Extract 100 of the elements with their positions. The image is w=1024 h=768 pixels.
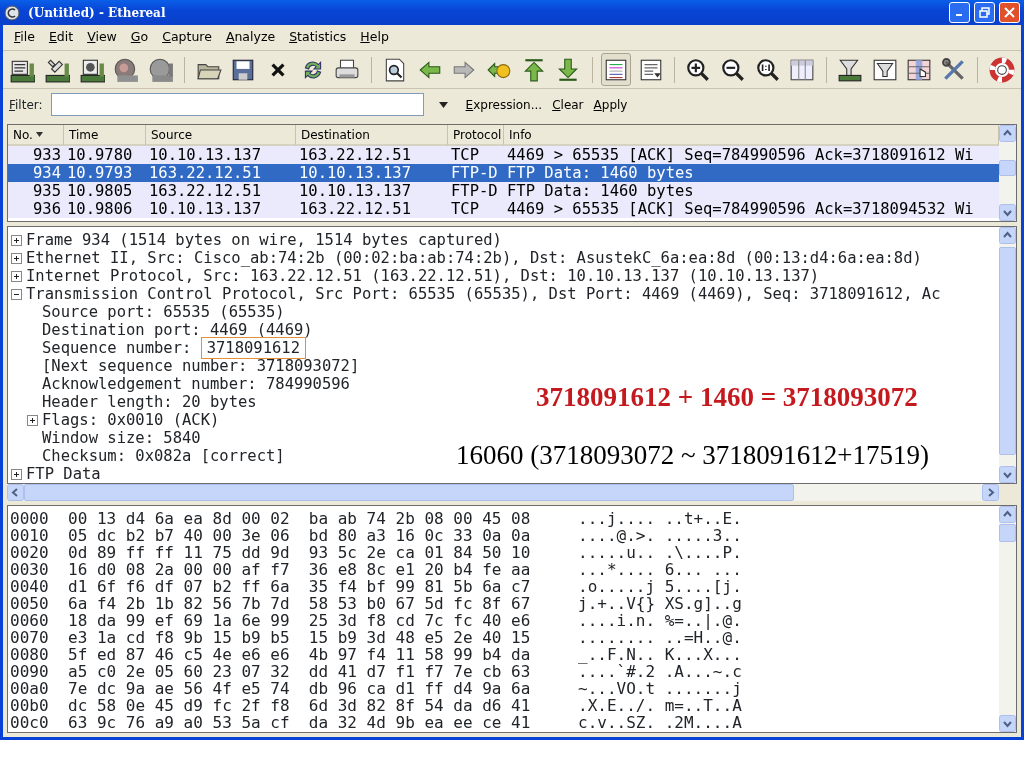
table-cell-text: 163.22.12.51	[298, 200, 412, 218]
tree-item[interactable]: Acknowledgement number: 784990596	[42, 375, 350, 393]
ascii-text: ...j.... ..t+..E.	[578, 510, 742, 527]
window-title: (Untitled) - Ethereal	[28, 4, 167, 22]
hex-offset: 0010	[9, 527, 50, 544]
expand-icon[interactable]	[11, 252, 22, 264]
scroll-up-icon[interactable]	[999, 125, 1016, 142]
scroll-left-icon[interactable]	[7, 484, 24, 501]
expand-icon[interactable]	[11, 234, 22, 246]
menu-item[interactable]: Go	[123, 26, 156, 49]
menu-item[interactable]: Analyze	[218, 26, 283, 49]
column-header[interactable]: Protocol	[448, 125, 504, 146]
collapse-icon[interactable]	[11, 288, 22, 300]
tree-item[interactable]: Frame 934 (1514 bytes on wire, 1514 bytes captured)	[26, 231, 502, 249]
tree-item[interactable]: Source port: 65535 (65535)	[42, 303, 285, 321]
column-header[interactable]: Time	[64, 125, 146, 146]
hex-bytes: 00 13 d4 6a ea 8d 00 02 ba ab 74 2b 08 00 45 08	[68, 510, 532, 527]
hex-offset: 0020	[9, 544, 50, 561]
table-cell-text: TCP	[450, 200, 480, 218]
scrollbar-thumb[interactable]	[24, 484, 794, 501]
app-icon	[4, 4, 20, 21]
hex-offset: 00c0	[9, 714, 50, 731]
column-header[interactable]: Info	[504, 125, 999, 146]
packet-row[interactable]: 934 10.9793 163.22.12.51 10.10.13.137 FTP-D FTP Data: 1460 bytes	[8, 164, 999, 182]
table-cell-text: FTP-D	[450, 182, 499, 200]
column-header[interactable]: Destination	[296, 125, 448, 146]
packet-row[interactable]: 935 10.9805 163.22.12.51 10.10.13.137 FTP-D FTP Data: 1460 bytes	[8, 182, 999, 200]
expand-icon[interactable]	[11, 270, 22, 282]
annotation-text: 3718091612 + 1460 = 3718093072	[536, 381, 918, 414]
table-cell-text: 163.22.12.51	[298, 146, 412, 164]
expand-icon[interactable]	[11, 468, 22, 480]
menu-item[interactable]: Help	[353, 26, 396, 49]
tree-item[interactable]: Checksum: 0x082a [correct]	[42, 447, 285, 465]
hex-offset: 0040	[9, 578, 50, 595]
scrollbar[interactable]	[999, 506, 1016, 732]
ascii-text: ~...VO.t .......j	[578, 680, 742, 697]
tree-item[interactable]: Window size: 5840	[42, 429, 201, 447]
hex-bytes: 63 9c 76 a9 a0 53 5a cf da 32 4d 9b ea ee ce 41	[68, 714, 532, 731]
tree-item[interactable]: Transmission Control Protocol, Src Port: 65535 (65535), Dst Port: 4469 (4469), Seq: 3718091612, Ac	[26, 285, 941, 303]
menu-item[interactable]: Edit	[41, 26, 81, 49]
hex-bytes: 0d 89 ff ff 11 75 dd 9d 93 5c 2e ca 01 84 50 10	[68, 544, 532, 561]
restore-icon	[979, 7, 990, 18]
scrollbar-thumb[interactable]	[999, 524, 1016, 542]
close-button[interactable]	[999, 2, 1020, 23]
tree-item[interactable]: Header length: 20 bytes	[42, 393, 257, 411]
packet-row[interactable]: 933 10.9780 10.10.13.137 163.22.12.51 TCP 4469 > 65535 [ACK] Seq=784990596 Ack=3718091612 Wi	[8, 146, 999, 164]
ascii-text: ....@.>. .....3..	[578, 527, 742, 544]
hex-bytes: 7e dc 9a ae 56 4f e5 74 db 96 ca d1 ff d4 9a 6a	[68, 680, 532, 697]
filter-field[interactable]	[50, 93, 424, 116]
packet-row[interactable]: 936 10.9806 10.10.13.137 163.22.12.51 TCP 4469 > 65535 [ACK] Seq=784990596 Ack=3718094532 Wi	[8, 200, 999, 218]
caret-icon	[438, 102, 448, 108]
column-header[interactable]: No.	[8, 125, 64, 146]
tree-item[interactable]: Sequence number: 3718091612	[42, 339, 304, 357]
filter-link[interactable]: Apply	[590, 95, 631, 114]
hex-bytes: 05 dc b2 b7 40 00 3e 06 bd 80 a3 16 0c 33 0a 0a	[68, 527, 532, 544]
scrollbar[interactable]	[999, 227, 1016, 483]
filter-link[interactable]: Expression...	[462, 95, 546, 114]
scrollbar[interactable]	[7, 484, 999, 501]
scroll-down-icon[interactable]	[999, 204, 1016, 221]
close-icon	[1004, 7, 1015, 18]
menu-item[interactable]: Capture	[155, 26, 219, 49]
hex-bytes: e3 1a cd f8 9b 15 b9 b5 15 b9 3d 48 e5 2e 40 15	[68, 629, 532, 646]
scroll-right-icon[interactable]	[982, 484, 999, 501]
zoom-out-icon	[720, 56, 747, 83]
ascii-text: j.+..V{} XS.g]..g	[578, 595, 742, 612]
hex-offset: 0000	[9, 510, 50, 527]
column-header[interactable]: Source	[146, 125, 296, 146]
stop-capture-icon	[113, 56, 140, 83]
hex-offset: 0080	[9, 646, 50, 663]
table-cell-text: 936	[32, 200, 62, 218]
tree-item[interactable]: Ethernet II, Src: Cisco_ab:74:2b (00:02:ba:ab:74:2b), Dst: AsustekC_6a:ea:8d (00:13:d4:6a:ea:8d)	[26, 249, 922, 267]
tree-item[interactable]: [Next sequence number: 3718093072]	[42, 357, 360, 375]
table-cell-text: FTP Data: 1460 bytes	[506, 182, 695, 200]
table-cell-text: 4469 > 65535 [ACK] Seq=784990596 Ack=3718094532 Wi	[506, 200, 975, 218]
hex-offset: 0050	[9, 595, 50, 612]
tree-item[interactable]: Destination port: 4469 (4469)	[42, 321, 313, 339]
expand-icon[interactable]	[27, 414, 38, 426]
scrollbar-thumb[interactable]	[999, 160, 1016, 176]
table-cell-text: 4469 > 65535 [ACK] Seq=784990596 Ack=3718091612 Wi	[506, 146, 975, 164]
table-cell-text: 10.10.13.137	[148, 200, 262, 218]
filter-link[interactable]: Clear	[549, 95, 587, 114]
restore-button[interactable]	[974, 2, 995, 23]
scrollbar-thumb[interactable]	[999, 247, 1016, 455]
tree-item[interactable]: Internet Protocol, Src: 163.22.12.51 (163.22.12.51), Dst: 10.10.13.137 (10.10.13.137)	[26, 267, 820, 285]
scrollbar[interactable]	[999, 125, 1016, 221]
tree-item[interactable]: FTP Data	[26, 465, 101, 483]
tree-item[interactable]: Flags: 0x0010 (ACK)	[42, 411, 220, 429]
hex-offset: 00b0	[9, 697, 50, 714]
table-cell-text: FTP-D	[450, 164, 499, 182]
scroll-down-icon[interactable]	[999, 715, 1016, 732]
scroll-up-icon[interactable]	[999, 227, 1016, 244]
toolbar-button[interactable]	[600, 53, 632, 86]
scroll-up-icon[interactable]	[999, 506, 1016, 523]
menu-item[interactable]: View	[80, 26, 124, 49]
hex-bytes: 18 da 99 ef 69 1a 6e 99 25 3d f8 cd 7c fc 40 e6	[68, 612, 532, 629]
scroll-down-icon[interactable]	[999, 466, 1016, 483]
minimize-button[interactable]	[949, 2, 970, 23]
menu-item[interactable]: File	[7, 26, 42, 49]
table-cell-text: TCP	[450, 146, 480, 164]
menu-item[interactable]: Statistics	[282, 26, 354, 49]
